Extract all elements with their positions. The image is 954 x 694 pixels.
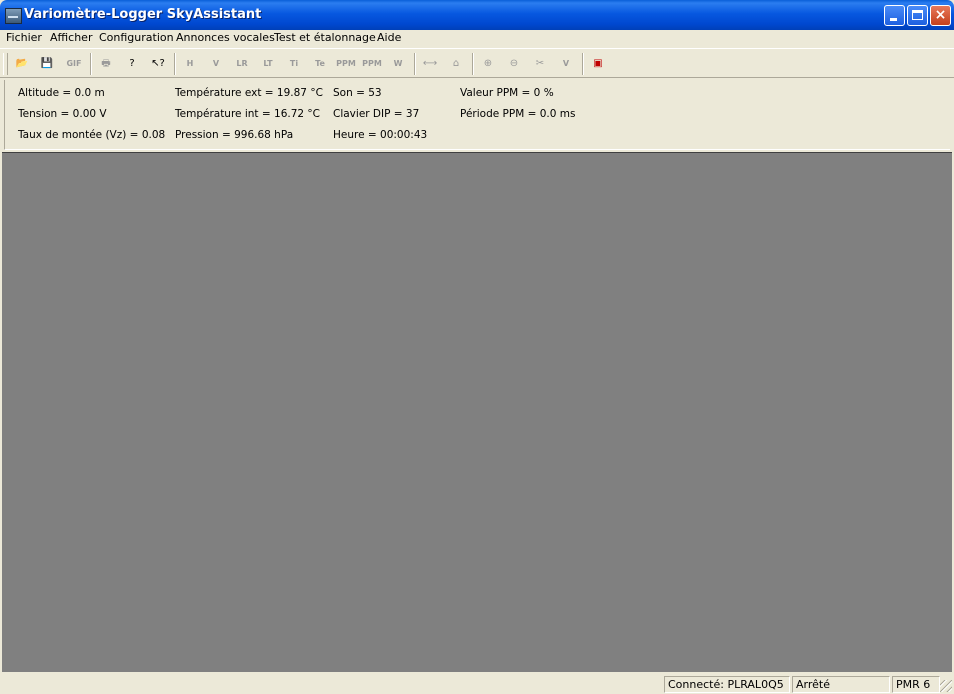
save-icon[interactable]: 💾 (36, 53, 58, 75)
toolbar-separator (582, 53, 584, 75)
ppm-period-readout: Période PPM = 0.0 ms (460, 108, 576, 120)
menu-annonces-vocales[interactable]: Annonces vocales (176, 31, 275, 44)
menu-test-etalonnage[interactable]: Test et étalonnage (274, 31, 376, 44)
menu-aide[interactable]: Aide (377, 31, 401, 44)
help-icon[interactable]: ? (121, 53, 143, 75)
context-help-icon[interactable]: ↖? (147, 53, 169, 75)
tension-readout: Tension = 0.00 V (18, 108, 107, 120)
window-title: Variomètre-Logger SkyAssistant (24, 7, 262, 22)
time-readout: Heure = 00:00:43 (333, 129, 428, 141)
altitude-graph-icon[interactable]: H (187, 59, 194, 68)
graph-work-area[interactable] (2, 152, 952, 672)
toolbar-grip[interactable] (3, 53, 8, 75)
app-icon[interactable] (5, 8, 22, 24)
temp-ext-readout: Température ext = 19.87 °C (175, 87, 323, 99)
altitude-readout: Altitude = 0.0 m (18, 87, 105, 99)
ppm-value-readout: Valeur PPM = 0 % (460, 87, 554, 99)
minimize-icon (890, 18, 897, 21)
connect-device-icon[interactable]: ▣ (587, 53, 609, 75)
ti-graph-icon[interactable]: Ti (290, 59, 298, 68)
connection-status: Connecté: PLRAL0Q5 (664, 676, 790, 693)
lr-graph-icon[interactable]: LR (236, 59, 247, 68)
export-gif-icon[interactable]: GIF (66, 59, 81, 68)
maximize-button[interactable] (907, 5, 928, 26)
app-window: Variomètre-Logger SkyAssistant × Fichier… (0, 0, 954, 694)
lt-graph-icon[interactable]: LT (263, 59, 272, 68)
menu-bar: Fichier Afficher Configuration Annonces … (0, 30, 954, 47)
readouts-panel: Altitude = 0.0 m Tension = 0.00 V Taux d… (4, 80, 950, 150)
climb-rate-readout: Taux de montée (Vz) = 0.08 (18, 129, 166, 141)
menu-configuration[interactable]: Configuration (99, 31, 174, 44)
maximize-icon (912, 10, 923, 20)
dip-readout: Clavier DIP = 37 (333, 108, 420, 120)
ppm-graph-icon[interactable]: PPM (336, 59, 356, 68)
title-bar[interactable]: Variomètre-Logger SkyAssistant × (0, 0, 954, 30)
wind-graph-icon[interactable]: W (394, 59, 403, 68)
sound-readout: Son = 53 (333, 87, 382, 99)
temp-int-readout: Température int = 16.72 °C (175, 108, 320, 120)
close-icon: × (934, 7, 947, 23)
open-folder-icon[interactable]: 📂 (11, 53, 33, 75)
toolbar-separator (414, 53, 416, 75)
menu-fichier[interactable]: Fichier (6, 31, 42, 44)
vario-graph-icon[interactable]: V (213, 59, 219, 68)
minimize-button[interactable] (884, 5, 905, 26)
status-bar: Connecté: PLRAL0Q5 Arrêté PMR 6 (0, 675, 954, 694)
fit-height-icon[interactable]: ⌂ (445, 53, 467, 75)
close-button[interactable]: × (930, 5, 951, 26)
te-graph-icon[interactable]: Te (315, 59, 325, 68)
zoom-in-icon[interactable]: ⊕ (477, 53, 499, 75)
toolbar-separator (90, 53, 92, 75)
toolbar-separator (472, 53, 474, 75)
cut-icon[interactable]: ✂ (529, 53, 551, 75)
toolbar: 📂 💾 GIF 🖶 ? ↖? H V LR LT Ti Te PPM PPM W… (0, 48, 954, 78)
resize-grip-icon[interactable] (940, 680, 952, 692)
pressure-readout: Pression = 996.68 hPa (175, 129, 294, 141)
run-state: Arrêté (792, 676, 890, 693)
menu-afficher[interactable]: Afficher (50, 31, 92, 44)
ppm-period-graph-icon[interactable]: PPM (362, 59, 382, 68)
fit-width-icon[interactable]: ⟷ (419, 53, 441, 75)
zoom-out-icon[interactable]: ⊖ (503, 53, 525, 75)
print-icon[interactable]: 🖶 (95, 53, 117, 75)
mode-indicator: PMR 6 (892, 676, 940, 693)
vario-check-icon[interactable]: V (563, 59, 569, 68)
toolbar-separator (174, 53, 176, 75)
